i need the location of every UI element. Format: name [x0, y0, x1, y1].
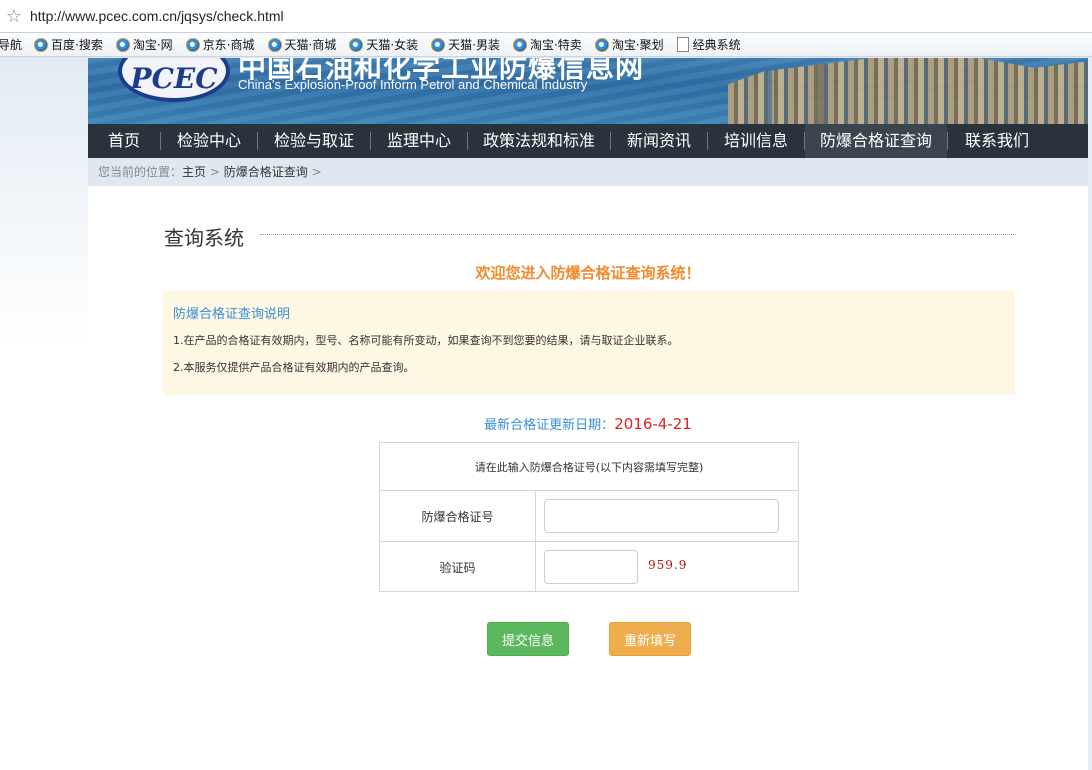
nav-item-contact[interactable]: 联系我们 — [948, 124, 1046, 158]
favorite-item-taobao[interactable]: 淘宝·网 — [115, 36, 173, 53]
update-info: 最新合格证更新日期：2016-4-21 — [88, 414, 1088, 433]
favorite-label: 导航 — [0, 38, 23, 52]
breadcrumb-separator: > — [311, 165, 322, 179]
favorite-item-tmall-women[interactable]: 天猫·女装 — [349, 36, 418, 53]
breadcrumb-prefix: 您当前的位置： — [98, 165, 183, 179]
form-row-certificate: 防爆合格证号 — [380, 491, 798, 542]
breadcrumb-separator: > — [209, 165, 220, 179]
site-banner: PCEC 中国石油和化学工业防爆信息网 China's Explosion-Pr… — [88, 58, 1088, 124]
favorite-label: 天猫·男装 — [448, 38, 500, 52]
submit-button[interactable]: 提交信息 — [487, 622, 569, 656]
favorite-item-tmall[interactable]: 天猫·商城 — [267, 36, 337, 53]
favorite-label: 京东·商城 — [202, 38, 255, 52]
update-label: 最新合格证更新日期： — [484, 418, 615, 433]
breadcrumb-current[interactable]: 防爆合格证查询 — [224, 165, 308, 179]
favorites-bar: 导航 百度·搜索 淘宝·网 京东·商城 天猫·商城 天猫·女装 天猫·男装 淘宝… — [0, 33, 1092, 57]
certificate-number-input[interactable] — [544, 499, 779, 533]
query-form: 请在此输入防爆合格证号(以下内容需填写完整) 防爆合格证号 验证码 959.9 — [379, 442, 799, 592]
page-background-right — [1088, 58, 1092, 770]
captcha-image[interactable]: 959.9 — [648, 558, 687, 572]
notice-line: 2.本服务仅提供产品合格证有效期内的产品查询。 — [173, 361, 415, 374]
section-title: 查询系统 — [164, 226, 244, 250]
form-header-row: 请在此输入防爆合格证号(以下内容需填写完整) — [380, 443, 798, 491]
ie-icon — [349, 37, 364, 52]
ie-icon — [512, 37, 527, 52]
content-panel: 查询系统 欢迎您进入防爆合格证查询系统！ 防爆合格证查询说明 1.在产品的合格证… — [88, 186, 1088, 770]
nav-item-home[interactable]: 首页 — [88, 124, 160, 158]
captcha-label: 验证码 — [380, 542, 536, 592]
notice-title: 防爆合格证查询说明 — [173, 307, 291, 322]
nav-item-policy-standards[interactable]: 政策法规和标准 — [468, 124, 610, 158]
favorite-item-taobao-sale[interactable]: 淘宝·特卖 — [512, 36, 582, 53]
breadcrumb: 您当前的位置：主页 > 防爆合格证查询 > — [98, 163, 322, 180]
notice-box: 防爆合格证查询说明 1.在产品的合格证有效期内，型号、名称可能有所变动，如果查询… — [163, 291, 1015, 395]
favorite-label: 淘宝·特卖 — [529, 38, 582, 52]
nav-item-certificate-query[interactable]: 防爆合格证查询 — [805, 124, 947, 158]
ie-icon — [267, 37, 282, 52]
favorite-label: 经典系统 — [692, 38, 741, 52]
nav-item-training[interactable]: 培训信息 — [708, 124, 804, 158]
notice-line: 1.在产品的合格证有效期内，型号、名称可能有所变动，如果查询不到您要的结果，请与… — [173, 334, 679, 347]
form-header: 请在此输入防爆合格证号(以下内容需填写完整) — [474, 460, 704, 474]
favorite-item-baidu[interactable]: 百度·搜索 — [34, 36, 103, 53]
ie-icon — [185, 37, 200, 52]
star-icon[interactable]: ☆ — [0, 0, 28, 33]
favorite-label: 天猫·商城 — [284, 38, 337, 52]
logo-text: PCEC — [130, 61, 218, 95]
update-date: 2016-4-21 — [614, 415, 692, 433]
favorite-label: 淘宝·网 — [132, 38, 173, 52]
welcome-heading: 欢迎您进入防爆合格证查询系统！ — [475, 264, 701, 282]
favorite-label: 百度·搜索 — [51, 38, 103, 52]
favorite-item-classic[interactable]: 经典系统 — [676, 36, 741, 53]
ie-icon — [34, 37, 49, 52]
favorite-label: 淘宝·聚划 — [611, 38, 664, 52]
ie-icon — [115, 37, 130, 52]
favorite-item-taobao-ju[interactable]: 淘宝·聚划 — [594, 36, 664, 53]
favorite-item-jd[interactable]: 京东·商城 — [185, 36, 255, 53]
nav-item-inspection-certification[interactable]: 检验与取证 — [258, 124, 370, 158]
ie-icon — [594, 37, 609, 52]
nav-item-inspection-center[interactable]: 检验中心 — [161, 124, 257, 158]
address-bar[interactable]: ☆ http://www.pcec.com.cn/jqsys/check.htm… — [0, 0, 1092, 33]
favorite-label: 天猫·女装 — [366, 38, 419, 52]
favorite-item-nav[interactable]: 导航 — [0, 36, 22, 53]
favorite-item-tmall-men[interactable]: 天猫·男装 — [431, 36, 500, 53]
title-divider — [260, 234, 1016, 235]
url-text[interactable]: http://www.pcec.com.cn/jqsys/check.html — [30, 8, 284, 24]
form-row-captcha: 验证码 959.9 — [380, 542, 798, 592]
site-name-en: China's Explosion-Proof Inform Petrol an… — [238, 77, 588, 92]
certificate-number-label: 防爆合格证号 — [380, 491, 536, 541]
nav-item-news[interactable]: 新闻资讯 — [611, 124, 707, 158]
document-icon — [676, 37, 689, 52]
main-nav: 首页 检验中心 检验与取证 监理中心 政策法规和标准 新闻资讯 培训信息 防爆合… — [88, 124, 1088, 158]
breadcrumb-home[interactable]: 主页 — [182, 165, 206, 179]
reset-button[interactable]: 重新填写 — [609, 622, 691, 656]
nav-item-supervision-center[interactable]: 监理中心 — [371, 124, 467, 158]
ie-icon — [431, 37, 446, 52]
page-background-left — [0, 58, 88, 770]
captcha-input[interactable] — [544, 550, 638, 584]
